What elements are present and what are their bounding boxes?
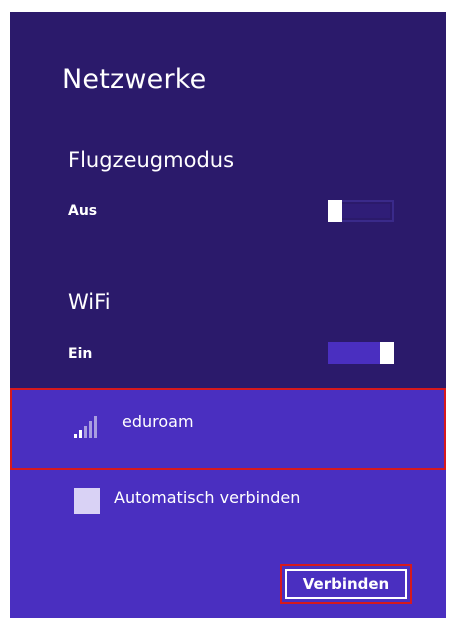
wifi-state: Ein bbox=[68, 346, 93, 362]
airplane-mode-label: Flugzeugmodus bbox=[68, 148, 235, 172]
connect-button-label: Verbinden bbox=[285, 569, 407, 599]
panel-title: Netzwerke bbox=[62, 64, 207, 95]
network-item-eduroam[interactable]: eduroam bbox=[10, 388, 446, 470]
network-details: Automatisch verbinden Verbinden bbox=[10, 470, 446, 618]
network-name: eduroam bbox=[122, 412, 194, 431]
auto-connect-label[interactable]: Automatisch verbinden bbox=[114, 488, 300, 507]
toggle-thumb bbox=[328, 200, 342, 222]
connect-button[interactable]: Verbinden bbox=[280, 564, 412, 604]
airplane-mode-toggle[interactable] bbox=[328, 200, 394, 222]
wifi-signal-icon bbox=[74, 416, 97, 438]
toggle-thumb bbox=[380, 342, 394, 364]
wifi-toggle[interactable] bbox=[328, 342, 394, 364]
airplane-mode-state: Aus bbox=[68, 203, 98, 219]
auto-connect-checkbox[interactable] bbox=[74, 488, 100, 514]
wifi-label: WiFi bbox=[68, 290, 111, 314]
